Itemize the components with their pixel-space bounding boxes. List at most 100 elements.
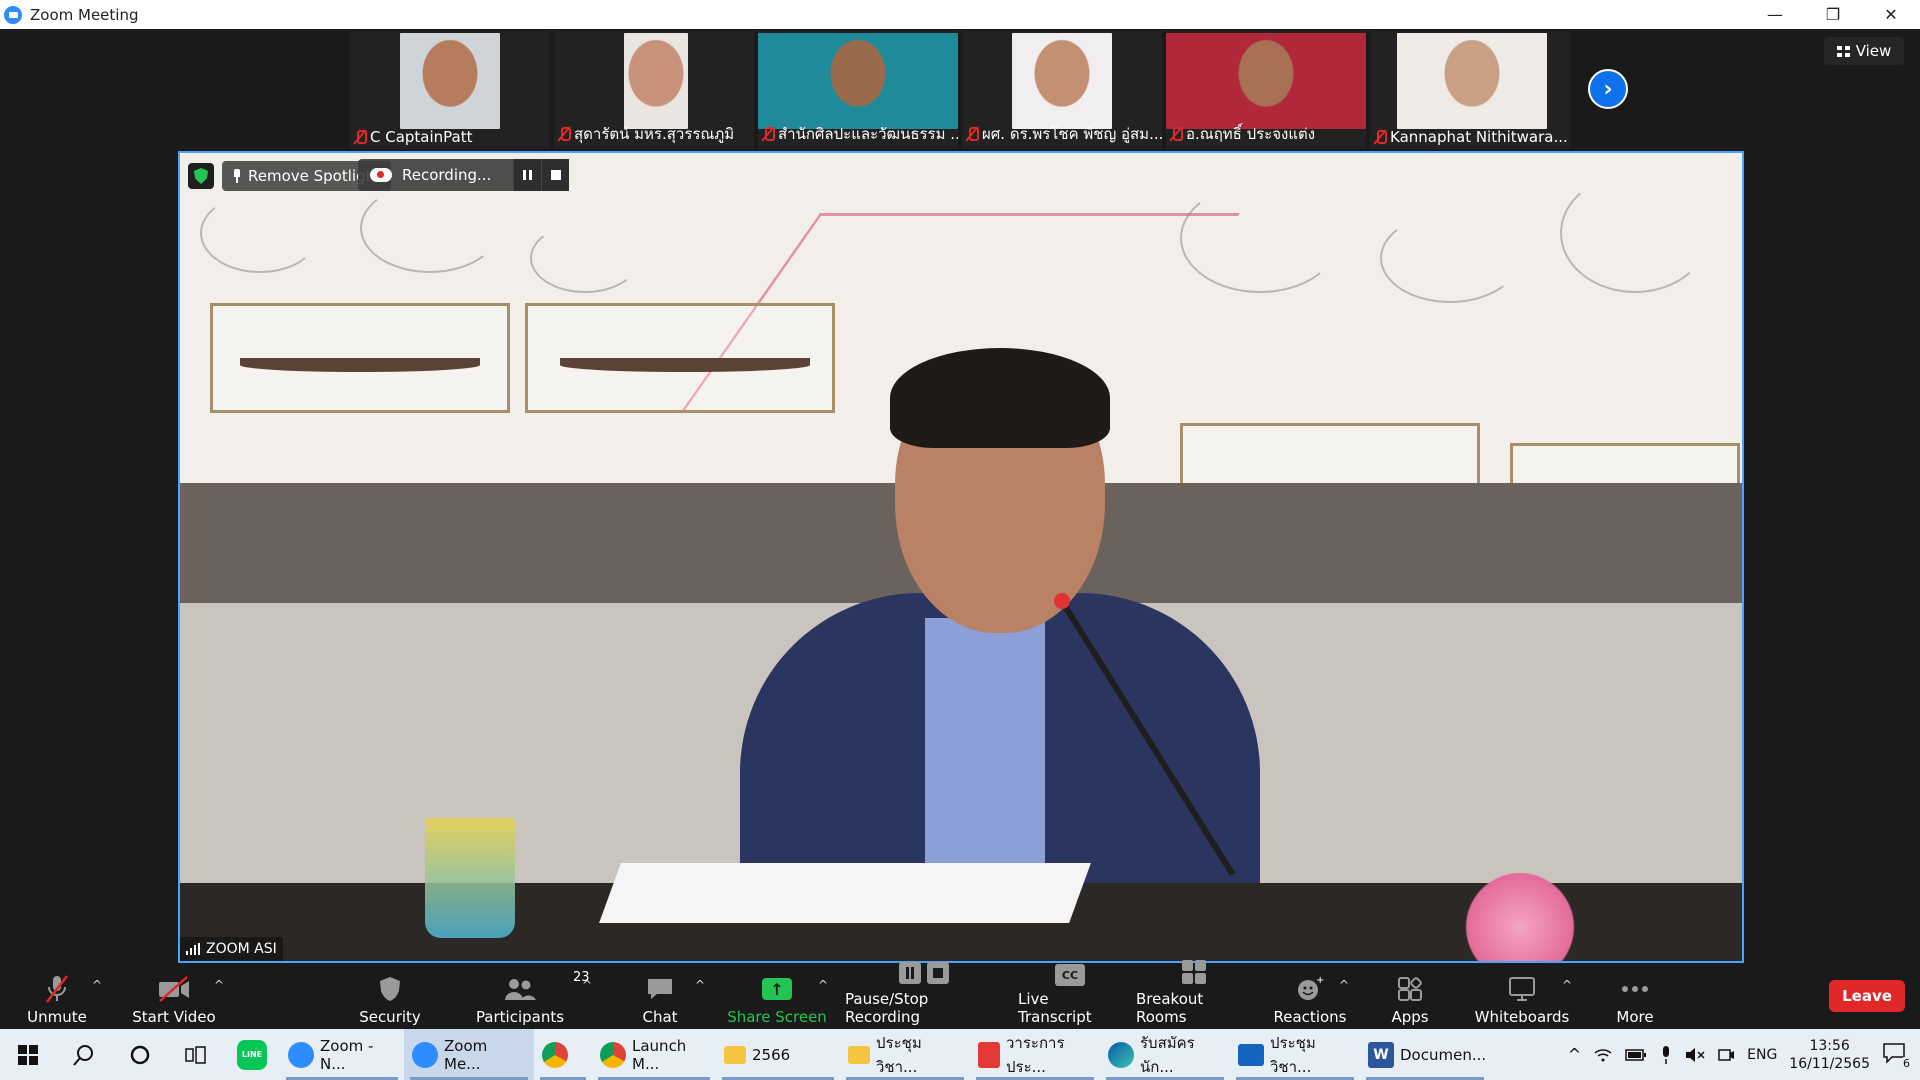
mic-muted-icon [558,126,571,142]
taskbar-app-label: Zoom Me... [444,1036,488,1073]
pause-stop-recording-button[interactable]: Pause/Stop Recording [845,962,1005,1026]
next-page-button[interactable]: › [1588,69,1628,109]
windows-logo-icon [18,1044,38,1065]
whiteboard-icon [1509,977,1535,1001]
folder-icon [724,1045,746,1064]
taskbar-app[interactable]: วาระการประ... [970,1029,1100,1080]
reactions-options-caret[interactable]: ^ [1339,978,1349,992]
wifi-icon[interactable] [1593,1047,1613,1063]
task-view-icon [185,1045,206,1064]
leave-button[interactable]: Leave [1829,980,1905,1012]
taskbar-app-label: Documen... [1400,1045,1487,1064]
grid-view-icon [1836,45,1850,57]
shield-icon [194,168,208,184]
clock-date: 16/11/2565 [1789,1055,1870,1072]
mic-muted-icon [966,126,979,142]
participant-name: ผศ. ดร.พรโชค พิชญ อู่สม... [982,125,1162,143]
chrome-icon [542,1041,568,1068]
meet-now-icon[interactable] [1717,1046,1735,1064]
reactions-label: Reactions [1273,1008,1347,1026]
cortana-button[interactable] [112,1029,168,1080]
volume-muted-icon[interactable] [1685,1047,1705,1063]
participants-options-caret[interactable]: ^ [582,978,592,992]
video-off-icon [159,976,189,1002]
participants-label: Participants [475,1008,565,1026]
task-view-button[interactable] [168,1029,224,1080]
restore-button[interactable]: ❐ [1804,0,1862,29]
stop-icon [550,170,561,180]
security-label: Security [359,1008,421,1026]
audio-options-caret[interactable]: ^ [92,978,102,992]
zoom-icon [412,1041,438,1068]
zoom-icon [288,1041,314,1068]
security-button[interactable]: Security [355,970,425,1026]
chevron-right-icon: › [1603,76,1613,102]
chat-button[interactable]: Chat [625,970,695,1026]
chat-options-caret[interactable]: ^ [695,978,705,992]
participant-thumb[interactable]: สำนักศิลปะและวัฒนธรรม ... [758,31,958,149]
smiley-plus-icon: + [1298,975,1324,1000]
whiteboards-button[interactable]: Whiteboards [1470,970,1574,1026]
taskbar-app[interactable]: ประชุมวิชา... [1230,1029,1360,1080]
taskbar-clock[interactable]: 13:56 16/11/2565 [1789,1037,1870,1073]
stop-recording-button[interactable] [541,159,570,191]
view-button[interactable]: View [1824,37,1904,65]
mic-muted-icon [762,126,775,142]
taskbar-app[interactable]: W Documen... [1360,1029,1490,1080]
chat-label: Chat [642,1008,678,1026]
taskbar-app[interactable] [534,1029,592,1080]
participant-thumb[interactable]: Kannaphat Nithitwara... [1370,31,1570,149]
breakout-rooms-button[interactable]: Breakout Rooms [1136,960,1252,1026]
apps-button[interactable]: Apps [1380,970,1440,1026]
taskbar-app[interactable]: Launch M... [592,1029,716,1080]
video-options-caret[interactable]: ^ [214,978,224,992]
taskbar-line-app[interactable]: LINE [224,1029,280,1080]
participant-thumbnail-strip: C CaptainPatt สุดารัตน์ มหร.สุวรรณภูมิ ส… [350,31,1570,149]
spotlight-video: Remove Spotlight Recording... ZOOM ASI [178,151,1744,963]
taskbar-app[interactable]: Zoom Me... [404,1029,534,1080]
participants-icon [505,979,536,1000]
live-transcript-button[interactable]: CC Live Transcript [1018,964,1122,1026]
unmute-label: Unmute [27,1008,87,1026]
window-title: Zoom Meeting [30,5,139,24]
taskbar-app[interactable]: ประชุมวิชา... [840,1029,970,1080]
minimize-button[interactable]: — [1746,0,1804,29]
reactions-button[interactable]: + Reactions [1272,970,1348,1026]
share-options-caret[interactable]: ^ [818,978,828,992]
pause-stop-recording-label: Pause/Stop Recording [845,990,929,1026]
taskbar-search-button[interactable] [56,1029,112,1080]
participants-button[interactable]: 23 Participants [470,970,590,1026]
battery-icon[interactable] [1625,1048,1647,1062]
pause-recording-button[interactable] [513,159,542,191]
line-app-icon: LINE [237,1039,267,1070]
signal-strength-icon [186,943,200,955]
taskbar-app[interactable]: Zoom - N... [280,1029,404,1080]
whiteboards-options-caret[interactable]: ^ [1562,978,1572,992]
encryption-badge[interactable] [188,163,214,189]
chevron-up-icon[interactable]: ^ [1568,1045,1581,1064]
more-dots-icon [1622,986,1648,992]
input-language[interactable]: ENG [1747,1047,1777,1063]
participant-thumb[interactable]: สุดารัตน์ มหร.สุวรรณภูมิ [554,31,754,149]
notification-center-button[interactable]: 6 [1882,1042,1910,1070]
chrome-icon [600,1041,626,1068]
participant-video [1166,33,1366,129]
participant-thumb[interactable]: C CaptainPatt [350,31,550,149]
microphone-icon[interactable] [1659,1045,1673,1065]
security-shield-icon [380,977,400,1001]
share-screen-button[interactable]: ↑ Share Screen [725,970,829,1026]
taskbar-app[interactable]: รับสมัครนัก... [1100,1029,1230,1080]
unmute-button[interactable]: Unmute [22,970,92,1026]
participant-video [758,33,958,129]
start-video-button[interactable]: Start Video [132,970,216,1026]
taskbar-app[interactable]: 2566 [716,1029,840,1080]
close-button[interactable]: ✕ [1862,0,1920,29]
mic-muted-icon [1374,129,1387,145]
participant-thumb[interactable]: อ.ณฤทธิ์ ประจงแต่ง [1166,31,1366,149]
participant-video [1012,33,1112,129]
taskbar-app-label: ประชุมวิชา... [876,1033,922,1076]
start-button[interactable] [0,1029,56,1080]
more-button[interactable]: More [1605,970,1665,1026]
participant-thumb[interactable]: ผศ. ดร.พรโชค พิชญ อู่สม... [962,31,1162,149]
pause-icon [523,170,533,180]
